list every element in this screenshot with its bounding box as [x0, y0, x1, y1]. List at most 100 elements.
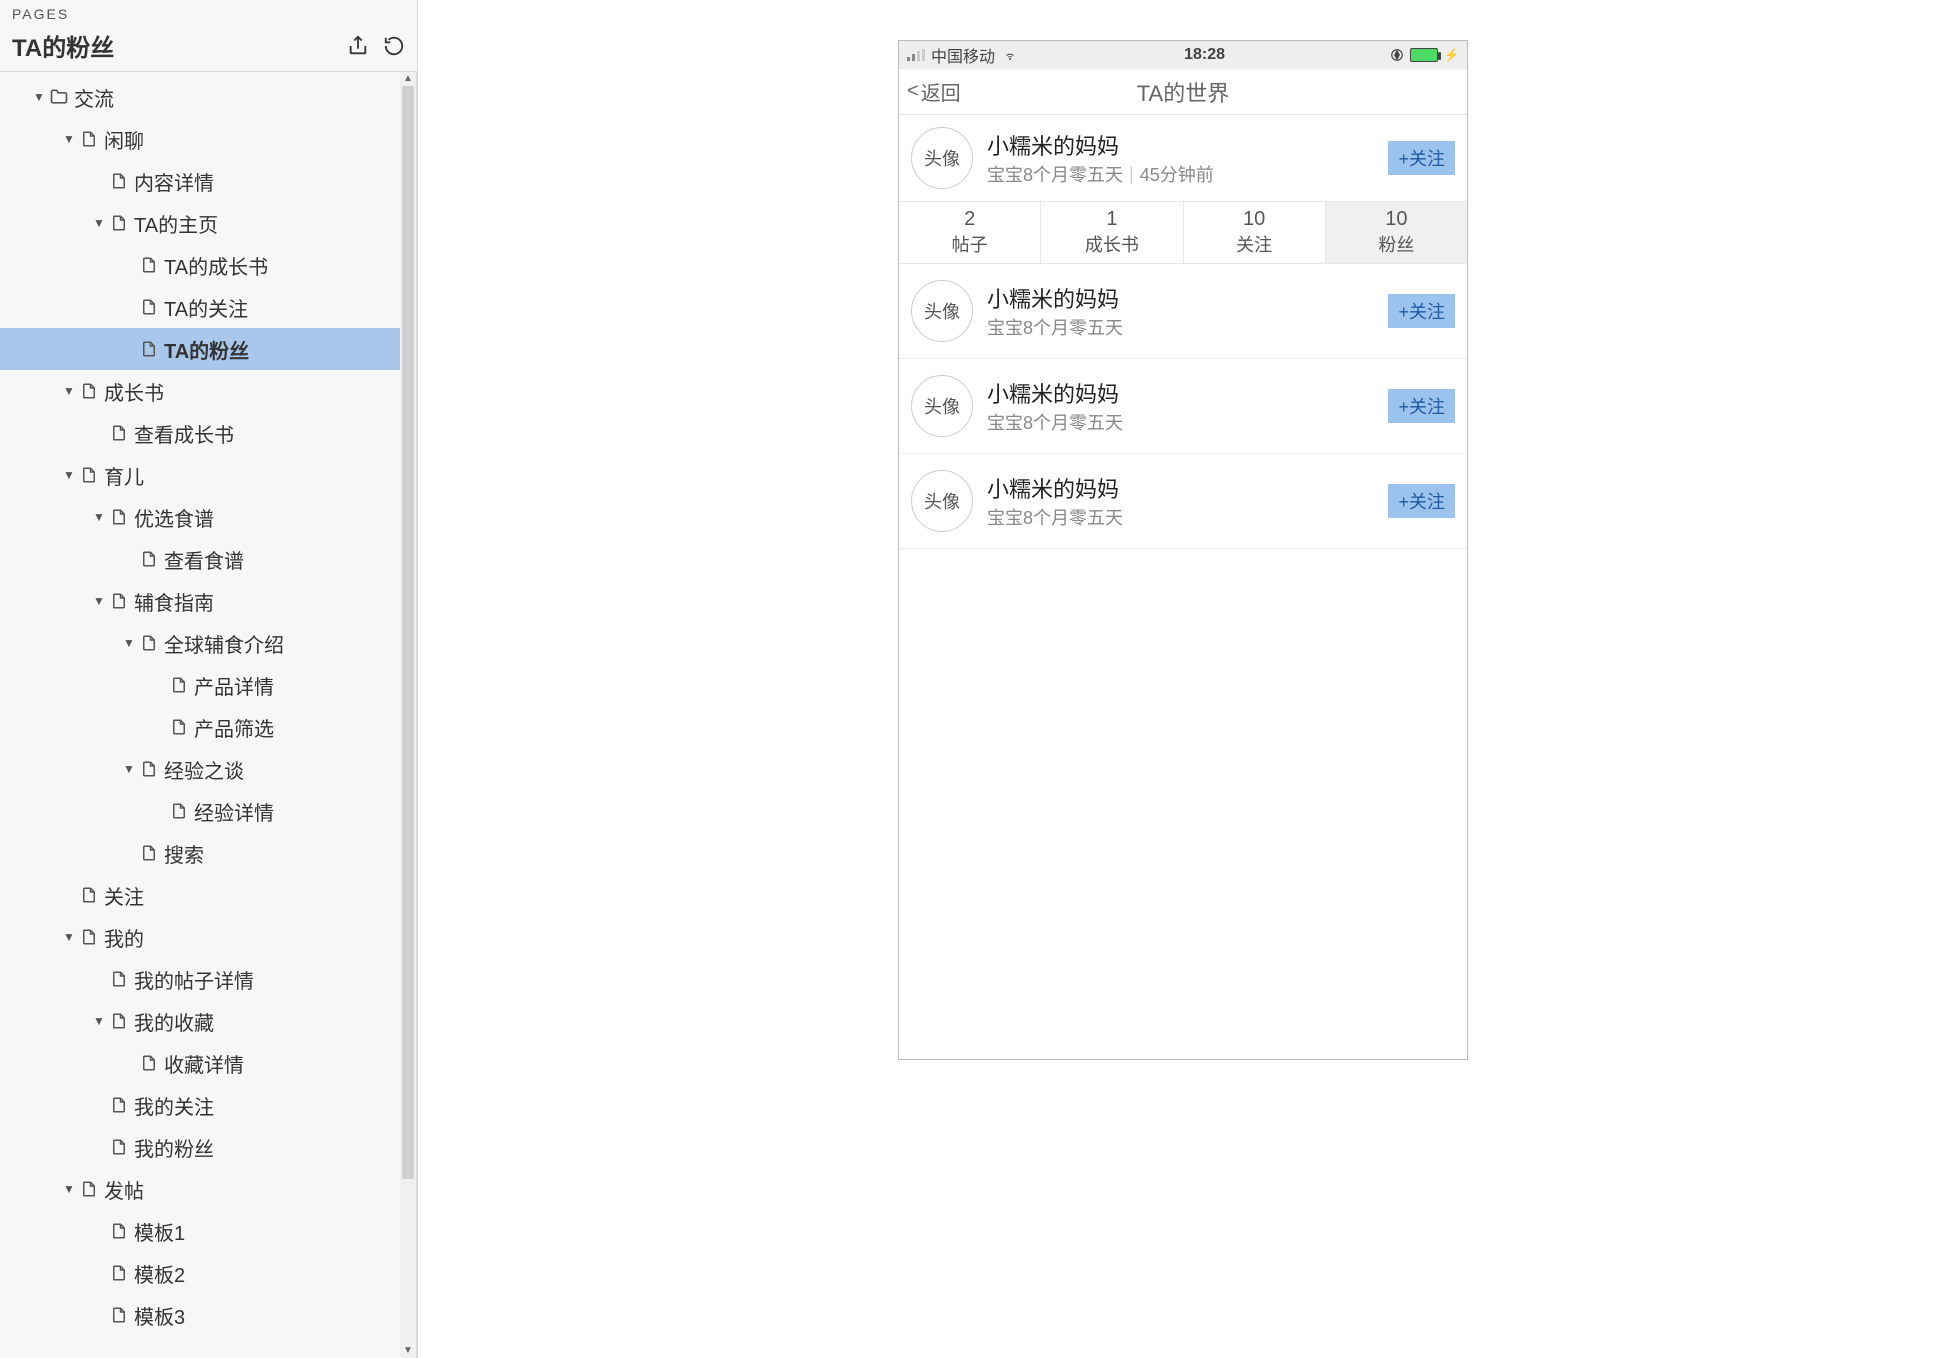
tree-row[interactable]: ▼交流 [0, 76, 400, 118]
page-icon [138, 844, 160, 862]
profile-header: 头像 小糯米的妈妈 宝宝8个月零五天 | 45分钟前 +关注 [899, 115, 1467, 202]
page-icon [108, 424, 130, 442]
stats-row: 2帖子1成长书10关注10粉丝 [899, 202, 1467, 264]
scroll-thumb[interactable] [402, 86, 414, 1179]
stat-tab[interactable]: 10粉丝 [1326, 202, 1467, 263]
tree-row[interactable]: ▶搜索 [0, 832, 400, 874]
caret-down-icon[interactable]: ▼ [90, 510, 108, 524]
page-icon [138, 340, 160, 358]
tree-row[interactable]: ▼ 我的收藏 [0, 1000, 400, 1042]
tree-label: TA的粉丝 [160, 335, 249, 364]
page-icon [168, 802, 190, 820]
sidebar: PAGES TA的粉丝 ▼交流▼闲聊▶内容详情▼TA的主页▶TA的成长书▶TA的… [0, 0, 418, 1358]
tree-row[interactable]: ▼TA的主页 [0, 202, 400, 244]
tree-row[interactable]: ▶查看成长书 [0, 412, 400, 454]
page-icon [108, 1306, 130, 1324]
stat-tab[interactable]: 2帖子 [899, 202, 1041, 263]
refresh-icon[interactable] [383, 35, 405, 57]
caret-down-icon[interactable]: ▼ [120, 762, 138, 776]
follow-button[interactable]: +关注 [1388, 484, 1455, 518]
caret-down-icon[interactable]: ▼ [90, 1014, 108, 1028]
scroll-down-icon[interactable]: ▼ [403, 1344, 413, 1358]
tree-row[interactable]: ▶我的关注 [0, 1084, 400, 1126]
back-button[interactable]: < 返回 [899, 77, 961, 106]
fan-row[interactable]: 头像小糯米的妈妈宝宝8个月零五天+关注 [899, 359, 1467, 454]
tree-row[interactable]: ▶模板3 [0, 1294, 400, 1336]
stat-num: 10 [1184, 208, 1325, 231]
page-icon [78, 928, 100, 946]
tree-row[interactable]: ▶模板1 [0, 1210, 400, 1252]
nav-title: TA的世界 [899, 76, 1467, 108]
page-icon [138, 760, 160, 778]
caret-down-icon[interactable]: ▼ [60, 468, 78, 482]
caret-down-icon[interactable]: ▼ [120, 636, 138, 650]
tree-row[interactable]: ▶我的帖子详情 [0, 958, 400, 1000]
tree-row[interactable]: ▼优选食谱 [0, 496, 400, 538]
tree-row[interactable]: ▼ 我的 [0, 916, 400, 958]
caret-down-icon[interactable]: ▼ [60, 930, 78, 944]
page-icon [108, 508, 130, 526]
tree-row[interactable]: ▶关注 [0, 874, 400, 916]
signal-icon [907, 49, 925, 61]
page-tree[interactable]: ▼交流▼闲聊▶内容详情▼TA的主页▶TA的成长书▶TA的关注▶TA的粉丝▼成长书… [0, 72, 400, 1358]
page-icon [108, 970, 130, 988]
tree-label: 搜索 [160, 839, 204, 868]
tree-label: 收藏详情 [160, 1049, 244, 1078]
fan-row[interactable]: 头像小糯米的妈妈宝宝8个月零五天+关注 [899, 454, 1467, 549]
tree-label: 我的收藏 [130, 1007, 214, 1036]
caret-down-icon[interactable]: ▼ [60, 132, 78, 146]
phone-frame: 中国移动 18:28 ⚡ < 返回 [898, 40, 1468, 1060]
tree-label: TA的关注 [160, 293, 248, 322]
scrollbar[interactable]: ▲ ▼ [400, 72, 416, 1358]
stat-num: 10 [1326, 208, 1467, 231]
tree-row[interactable]: ▶内容详情 [0, 160, 400, 202]
tree-row[interactable]: ▶TA的成长书 [0, 244, 400, 286]
caret-down-icon[interactable]: ▼ [90, 594, 108, 608]
tree-row[interactable]: ▶收藏详情 [0, 1042, 400, 1084]
tree-row[interactable]: ▶TA的关注 [0, 286, 400, 328]
tree-row[interactable]: ▶TA的粉丝 [0, 328, 400, 370]
tree-row[interactable]: ▶产品筛选 [0, 706, 400, 748]
status-bar: 中国移动 18:28 ⚡ [899, 41, 1467, 69]
fan-sub: 宝宝8个月零五天 [987, 504, 1123, 530]
stat-tab[interactable]: 1成长书 [1041, 202, 1183, 263]
tree-row[interactable]: ▼全球辅食介绍 [0, 622, 400, 664]
caret-down-icon[interactable]: ▼ [60, 1182, 78, 1196]
follow-button[interactable]: +关注 [1388, 141, 1455, 175]
tree-row[interactable]: ▼ 育儿 [0, 454, 400, 496]
tree-row[interactable]: ▶查看食谱 [0, 538, 400, 580]
avatar[interactable]: 头像 [911, 470, 973, 532]
follow-button[interactable]: +关注 [1388, 294, 1455, 328]
profile-name: 小糯米的妈妈 [987, 129, 1374, 161]
fan-row[interactable]: 头像小糯米的妈妈宝宝8个月零五天+关注 [899, 264, 1467, 359]
page-icon [108, 214, 130, 232]
page-icon [138, 634, 160, 652]
tree-row[interactable]: ▼经验之谈 [0, 748, 400, 790]
page-icon [78, 886, 100, 904]
tree-row[interactable]: ▶产品详情 [0, 664, 400, 706]
page-icon [108, 1264, 130, 1282]
fan-sub: 宝宝8个月零五天 [987, 314, 1123, 340]
avatar[interactable]: 头像 [911, 375, 973, 437]
tree-row[interactable]: ▼ 闲聊 [0, 118, 400, 160]
separator: | [1129, 164, 1134, 185]
stat-tab[interactable]: 10关注 [1184, 202, 1326, 263]
caret-down-icon[interactable]: ▼ [30, 90, 48, 104]
profile-sub: 宝宝8个月零五天 [987, 161, 1123, 187]
caret-down-icon[interactable]: ▼ [90, 216, 108, 230]
tree-label: 闲聊 [100, 125, 144, 154]
tree-row[interactable]: ▶我的粉丝 [0, 1126, 400, 1168]
avatar[interactable]: 头像 [911, 127, 973, 189]
tree-row[interactable]: ▼发帖 [0, 1168, 400, 1210]
tree-row[interactable]: ▶模板2 [0, 1252, 400, 1294]
share-icon[interactable] [347, 35, 369, 57]
follow-button[interactable]: +关注 [1388, 389, 1455, 423]
caret-down-icon[interactable]: ▼ [60, 384, 78, 398]
tree-row[interactable]: ▼辅食指南 [0, 580, 400, 622]
tree-row[interactable]: ▼成长书 [0, 370, 400, 412]
avatar[interactable]: 头像 [911, 280, 973, 342]
tree-label: 育儿 [100, 461, 144, 490]
tree-label: 我的 [100, 923, 144, 952]
scroll-up-icon[interactable]: ▲ [403, 72, 413, 86]
tree-row[interactable]: ▶经验详情 [0, 790, 400, 832]
